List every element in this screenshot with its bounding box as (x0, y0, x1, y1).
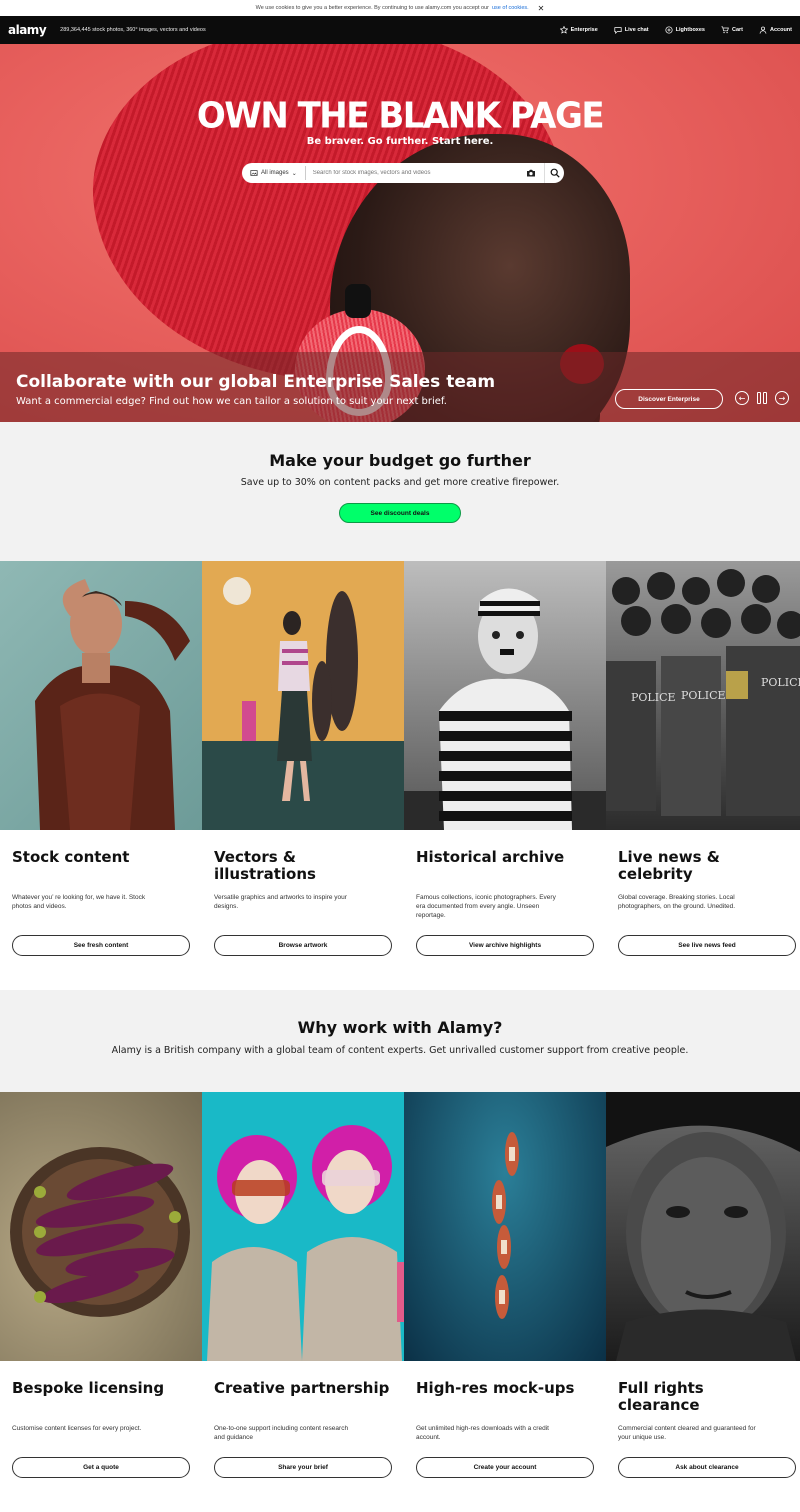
hero-title: OWN THE BLANK PAGE (196, 95, 605, 137)
card-high-res-mockups: High-res mock-ups Get unlimited high-res… (404, 1361, 606, 1511)
card-live-news: Live news & celebrity Global coverage. B… (606, 830, 800, 990)
why-title: Why work with Alamy? (297, 1018, 503, 1037)
search-category-label: All images (261, 170, 289, 176)
hero-subtitle: Be braver. Go further. Start here. (306, 136, 494, 147)
previous-arrow-icon[interactable]: ← (735, 391, 749, 405)
live-news-image[interactable]: POLICE POLICE POLICE (606, 561, 800, 830)
nav-lightboxes-label: Lightboxes (675, 27, 705, 33)
search-category-dropdown[interactable]: All images ⌄ (242, 166, 306, 180)
card-historical-archive: Historical archive Famous collections, i… (404, 830, 606, 990)
pause-icon[interactable] (755, 391, 769, 405)
search-bar: All images ⌄ (242, 163, 564, 183)
cookie-text: We use cookies to give you a better expe… (255, 5, 489, 11)
hero-earring-top (345, 284, 371, 318)
nav-cart[interactable]: Cart (721, 26, 743, 34)
nav-account[interactable]: Account (759, 26, 792, 34)
search-button[interactable] (544, 163, 564, 183)
card-full-rights-clearance: Full rights clearance Commercial content… (606, 1361, 800, 1511)
why-section: Why work with Alamy? Alamy is a British … (0, 990, 800, 1092)
card-title: Stock content (12, 848, 130, 866)
high-res-mockups-image[interactable] (404, 1092, 606, 1361)
card-text: Famous collections, iconic photographers… (416, 894, 556, 919)
card-title: Historical archive (416, 848, 565, 866)
police-text: POLICE (631, 691, 676, 704)
card-title: Bespoke licensing (12, 1379, 165, 1397)
nav-live-chat-label: Live chat (624, 27, 649, 33)
budget-section: Make your budget go further Save up to 3… (0, 422, 800, 561)
card-title: Live news & celebrity (618, 848, 720, 883)
creative-partnership-image[interactable] (202, 1092, 404, 1361)
share-your-brief-button[interactable]: Share your brief (214, 1457, 392, 1478)
budget-title: Make your budget go further (269, 451, 531, 470)
nav-live-chat[interactable]: Live chat (614, 26, 649, 34)
police-text: POLICE (761, 676, 800, 689)
ask-about-clearance-button[interactable]: Ask about clearance (618, 1457, 796, 1478)
next-arrow-icon[interactable]: → (775, 391, 789, 405)
see-fresh-content-button[interactable]: See fresh content (12, 935, 190, 956)
nav-cart-label: Cart (731, 27, 743, 33)
nav-account-label: Account (770, 27, 792, 33)
police-text: POLICE (681, 689, 726, 702)
hero-banner: OWN THE BLANK PAGE Be braver. Go further… (0, 44, 800, 422)
card-title: Creative partnership (214, 1379, 390, 1397)
stock-content-image[interactable] (0, 561, 202, 830)
see-discount-deals-button[interactable]: See discount deals (339, 503, 461, 523)
nav-enterprise[interactable]: Enterprise (559, 26, 598, 34)
discover-enterprise-button[interactable]: Discover Enterprise (615, 389, 723, 409)
browse-artwork-button[interactable]: Browse artwork (214, 935, 392, 956)
card-text: Customise content licenses for every pro… (12, 1425, 142, 1432)
chevron-down-icon: ⌄ (291, 170, 297, 177)
card-text: Get unlimited high-res downloads with a … (416, 1425, 549, 1441)
cart-icon (721, 26, 729, 34)
get-a-quote-button[interactable]: Get a quote (12, 1457, 190, 1478)
nav-enterprise-label: Enterprise (570, 27, 598, 33)
close-icon[interactable]: ✕ (538, 4, 545, 13)
user-icon (759, 26, 767, 34)
why-text: Alamy is a British company with a global… (111, 1045, 689, 1056)
card-text: Whatever you’ re looking for, we have it… (12, 894, 146, 910)
tagline: 289,364,445 stock photos, 360° images, v… (60, 27, 206, 33)
view-archive-highlights-button[interactable]: View archive highlights (416, 935, 594, 956)
card-title: Vectors & illustrations (214, 848, 316, 883)
plus-circle-icon (665, 26, 673, 34)
top-nav: alamy 289,364,445 stock photos, 360° ima… (0, 16, 800, 44)
search-input[interactable] (305, 170, 526, 176)
hero-bar-title: Collaborate with our global Enterprise S… (16, 372, 496, 392)
why-images (0, 1092, 800, 1361)
vectors-illustrations-image[interactable] (202, 561, 404, 830)
see-live-news-feed-button[interactable]: See live news feed (618, 935, 796, 956)
full-rights-clearance-image[interactable] (606, 1092, 800, 1361)
camera-icon[interactable] (526, 168, 536, 178)
logo[interactable]: alamy (8, 23, 47, 37)
why-cards: Bespoke licensing Customise content lice… (0, 1361, 800, 1511)
image-icon (250, 170, 258, 176)
chat-icon (614, 27, 622, 34)
budget-text: Save up to 30% on content packs and get … (240, 477, 560, 488)
content-cards: Stock content Whatever you’ re looking f… (0, 830, 800, 990)
cookie-banner: We use cookies to give you a better expe… (0, 0, 800, 16)
card-stock-content: Stock content Whatever you’ re looking f… (0, 830, 202, 990)
historical-archive-image[interactable] (404, 561, 606, 830)
bespoke-licensing-image[interactable] (0, 1092, 202, 1361)
card-text: Versatile graphics and artworks to inspi… (214, 894, 347, 910)
cookie-link[interactable]: use of cookies. (492, 5, 529, 11)
card-text: Commercial content cleared and guarantee… (618, 1425, 756, 1441)
search-icon (550, 168, 560, 178)
nav-lightboxes[interactable]: Lightboxes (665, 26, 705, 34)
card-title: Full rights clearance (618, 1379, 704, 1414)
card-text: One-to-one support including content res… (214, 1425, 349, 1441)
carousel-controls: ← → (735, 391, 789, 405)
hero-bar-subtitle: Want a commercial edge? Find out how we … (16, 396, 447, 407)
card-text: Global coverage. Breaking stories. Local… (618, 894, 736, 910)
card-bespoke-licensing: Bespoke licensing Customise content lice… (0, 1361, 202, 1511)
star-icon (559, 26, 568, 34)
content-images: POLICE POLICE POLICE (0, 561, 800, 830)
nav-links: Enterprise Live chat Lightboxes Cart Acc… (559, 26, 792, 34)
card-title: High-res mock-ups (416, 1379, 575, 1397)
hero-caption-bar: Collaborate with our global Enterprise S… (0, 352, 800, 422)
create-your-account-button[interactable]: Create your account (416, 1457, 594, 1478)
card-vectors-illustrations: Vectors & illustrations Versatile graphi… (202, 830, 404, 990)
card-creative-partnership: Creative partnership One-to-one support … (202, 1361, 404, 1511)
